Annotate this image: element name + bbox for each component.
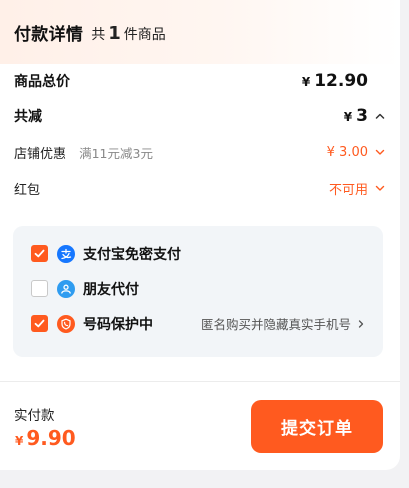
number-protection-option-label: 号码保护中 — [83, 316, 153, 333]
shop-discount-value: ¥ 3.00 — [326, 144, 368, 160]
page-title: 付款详情 — [14, 24, 84, 45]
option-number-protection[interactable]: 号码保护中 匿名购买并隐藏真实手机号 — [31, 306, 365, 341]
red-packet-value-group[interactable]: 不可用 — [329, 179, 386, 198]
total-price-amount: 12.90 — [314, 71, 368, 91]
shop-discount-row[interactable]: 店铺优惠 满11元减3元 ¥ 3.00 — [14, 134, 386, 170]
number-protection-checkbox[interactable] — [31, 315, 48, 332]
friend-pay-icon — [57, 279, 75, 298]
alipay-option-label: 支付宝免密支付 — [83, 246, 181, 263]
price-summary: 商品总价 ¥ 12.90 共减 ¥ 3 店铺优惠 满11元减3元 ¥ 3.00 … — [0, 64, 400, 206]
reduction-amount: 3 — [356, 106, 368, 126]
chevron-up-icon[interactable] — [374, 110, 386, 122]
number-protection-note: 匿名购买并隐藏真实手机号 — [200, 317, 351, 332]
item-count-suffix: 件商品 — [123, 26, 166, 43]
shop-discount-value-group[interactable]: ¥ 3.00 — [327, 145, 386, 160]
reduction-row[interactable]: 共减 ¥ 3 — [14, 98, 386, 134]
item-count-number: 1 — [108, 22, 121, 44]
payment-details-sheet: 付款详情 共 1 件商品 商品总价 ¥ 12.90 共减 ¥ 3 店铺优惠 满1… — [0, 0, 400, 470]
check-icon — [34, 319, 45, 328]
chevron-down-icon[interactable] — [374, 146, 386, 158]
submit-order-button[interactable]: 提交订单 — [251, 400, 383, 453]
total-price-row: 商品总价 ¥ 12.90 — [14, 64, 386, 98]
shop-discount-desc: 满11元减3元 — [79, 145, 153, 161]
total-price-currency: ¥ — [301, 75, 311, 89]
reduction-value-group[interactable]: ¥ 3 — [344, 106, 386, 126]
reduction-label: 共减 — [14, 109, 42, 125]
option-friend-pay[interactable]: 朋友代付 — [31, 271, 365, 306]
paid-amount-currency: ¥ — [15, 434, 24, 448]
total-price-value: ¥ 12.90 — [302, 71, 368, 91]
item-count-prefix: 共 — [91, 26, 106, 43]
item-count: 共 1 件商品 — [91, 23, 166, 44]
shop-discount-left: 店铺优惠 满11元减3元 — [14, 143, 153, 162]
friend-pay-checkbox[interactable] — [31, 280, 48, 297]
payment-options-panel: 支付宝免密支付 朋友代付 号码保护中 匿名购买并隐藏真实手机号 — [13, 226, 383, 357]
red-packet-label: 红包 — [14, 182, 41, 198]
option-alipay-nopassword[interactable]: 支付宝免密支付 — [31, 236, 365, 271]
reduction-value: ¥ 3 — [344, 106, 368, 126]
phone-shield-icon — [57, 314, 75, 333]
number-protection-note-link[interactable]: 匿名购买并隐藏真实手机号 — [201, 314, 365, 333]
footer-divider — [0, 381, 400, 382]
paid-amount: ¥ 9.90 — [15, 426, 76, 450]
shop-discount-label: 店铺优惠 — [14, 146, 67, 162]
alipay-icon — [57, 244, 75, 263]
reduction-currency: ¥ — [343, 110, 353, 124]
alipay-checkbox[interactable] — [31, 245, 48, 262]
chevron-down-icon[interactable] — [374, 182, 386, 194]
paid-amount-value: 9.90 — [26, 426, 76, 450]
red-packet-value: 不可用 — [328, 182, 368, 198]
sheet-header: 付款详情 共 1 件商品 — [0, 0, 400, 64]
friend-pay-option-label: 朋友代付 — [83, 281, 139, 298]
paid-amount-label: 实付款 — [14, 408, 55, 424]
chevron-right-icon — [358, 319, 364, 328]
check-icon — [34, 249, 45, 258]
total-price-label: 商品总价 — [14, 74, 70, 90]
red-packet-row[interactable]: 红包 不可用 — [14, 170, 386, 206]
